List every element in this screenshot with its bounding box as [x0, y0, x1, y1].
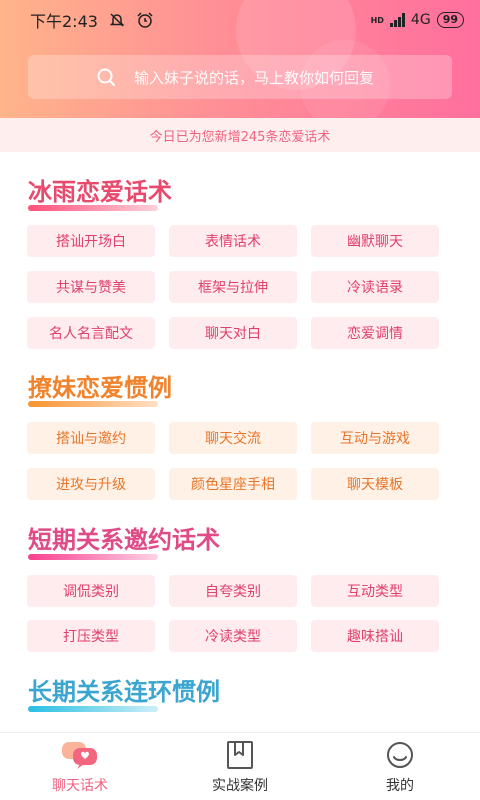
- tab-label: 聊天话术: [52, 777, 108, 794]
- section-underline: [28, 401, 158, 407]
- notice-banner: 今日已为您新增245条恋爱话术: [0, 118, 480, 152]
- topic-button[interactable]: 聊天模板: [311, 468, 439, 500]
- topic-button[interactable]: 共谋与赞美: [27, 271, 155, 303]
- topic-button[interactable]: 互动类型: [311, 575, 439, 607]
- hd-icon: HD: [370, 15, 384, 25]
- topic-button[interactable]: 搭讪开场白: [27, 225, 155, 257]
- section-title-short-term: 短期关系邀约话术: [28, 526, 220, 554]
- tab-label: 我的: [386, 777, 414, 794]
- topic-button[interactable]: 表情话术: [169, 225, 297, 257]
- section-title-bingyu: 冰雨恋爱话术: [28, 178, 172, 206]
- section-underline: [28, 554, 158, 560]
- bottom-tab-bar: 聊天话术 实战案例 我的: [0, 732, 480, 800]
- section-underline: [28, 706, 158, 712]
- tab-chat-scripts[interactable]: 聊天话术: [0, 733, 160, 800]
- topic-button[interactable]: 互动与游戏: [311, 422, 439, 454]
- status-time: 下午2:43: [30, 12, 98, 31]
- topic-button[interactable]: 聊天对白: [169, 317, 297, 349]
- header: 下午2:43 HD 4G 99 输入妹子说的话，马上教你如何回复: [0, 0, 480, 118]
- tab-mine[interactable]: 我的: [320, 733, 480, 800]
- signal-icon: [389, 13, 405, 27]
- topic-button[interactable]: 框架与拉伸: [169, 271, 297, 303]
- topic-button[interactable]: 自夸类别: [169, 575, 297, 607]
- search-placeholder: 输入妹子说的话，马上教你如何回复: [134, 68, 375, 87]
- topic-button[interactable]: 聊天交流: [169, 422, 297, 454]
- topic-button[interactable]: 名人名言配文: [27, 317, 155, 349]
- status-bar: 下午2:43 HD 4G 99: [0, 0, 480, 40]
- topic-button[interactable]: 搭讪与邀约: [27, 422, 155, 454]
- topic-button[interactable]: 打压类型: [27, 620, 155, 652]
- topic-button[interactable]: 颜色星座手相: [169, 468, 297, 500]
- network-type: 4G: [410, 12, 431, 28]
- tab-label: 实战案例: [212, 777, 268, 794]
- topic-button[interactable]: 恋爱调情: [311, 317, 439, 349]
- topic-button[interactable]: 幽默聊天: [311, 225, 439, 257]
- topic-button[interactable]: 冷读类型: [169, 620, 297, 652]
- smiley-face-icon: [385, 739, 415, 771]
- section-underline: [28, 205, 158, 211]
- topic-button[interactable]: 趣味搭讪: [311, 620, 439, 652]
- chat-bubbles-icon: [60, 739, 100, 771]
- tab-real-cases[interactable]: 实战案例: [160, 733, 320, 800]
- topic-button[interactable]: 调侃类别: [27, 575, 155, 607]
- search-input[interactable]: 输入妹子说的话，马上教你如何回复: [28, 55, 452, 99]
- section-title-liaomei: 撩妹恋爱惯例: [28, 374, 172, 402]
- bookmark-book-icon: [225, 739, 255, 771]
- search-icon: [96, 67, 116, 91]
- alarm-icon: [136, 11, 154, 29]
- topic-button[interactable]: 进攻与升级: [27, 468, 155, 500]
- topic-button[interactable]: 冷读语录: [311, 271, 439, 303]
- mute-bell-icon: [108, 11, 126, 29]
- section-title-long-term: 长期关系连环惯例: [28, 678, 220, 706]
- battery-icon: 99: [436, 12, 464, 28]
